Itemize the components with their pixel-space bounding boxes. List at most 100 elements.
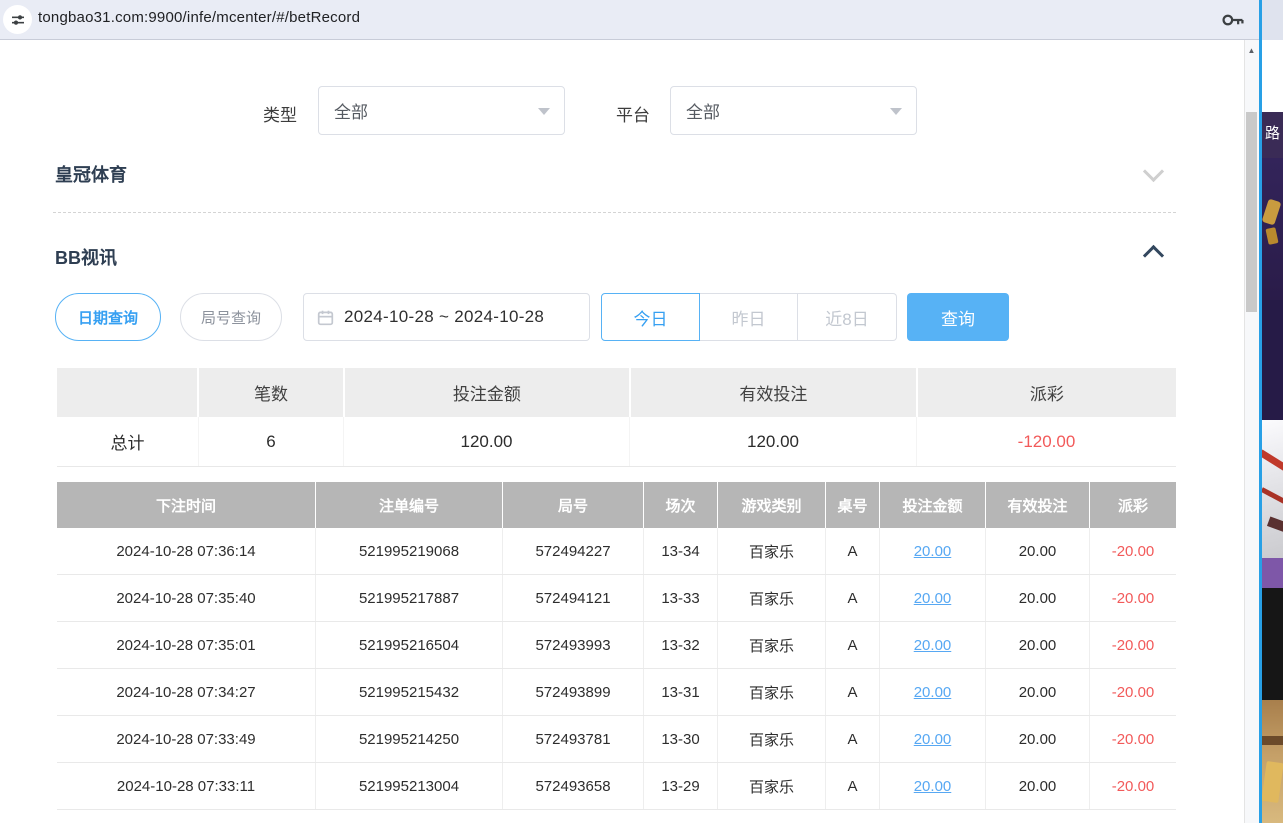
summary-header-bet-amount: 投注金额 [345,368,629,417]
chevron-down-icon[interactable] [1143,161,1164,182]
background-window-sliver [1262,700,1283,823]
chevron-down-icon [538,108,550,115]
cell-valid-bet: 20.00 [986,716,1090,762]
background-window-sliver [1262,588,1283,700]
summary-header-count: 笔数 [199,368,343,417]
game-banner-fragment [1262,450,1283,474]
cell-bet-time: 2024-10-28 07:33:49 [57,716,316,762]
section-title-bb-video: BB视讯 [55,244,117,270]
bet-amount-link[interactable]: 20.00 [914,778,952,795]
cell-valid-bet: 20.00 [986,669,1090,715]
game-banner-fragment [1265,227,1278,245]
cell-round-number: 572494121 [503,575,644,621]
cell-bet-time: 2024-10-28 07:34:27 [57,669,316,715]
platform-filter-label: 平台 [616,101,650,126]
cell-bet-time: 2024-10-28 07:36:14 [57,528,316,574]
screen: tongbao31.com:9900/infe/mcenter/#/betRec… [0,0,1283,823]
cell-round-number: 572493658 [503,763,644,809]
scrollbar-thumb[interactable] [1246,112,1257,312]
cell-payout: -20.00 [1090,763,1176,809]
password-key-icon[interactable] [1221,10,1245,30]
background-window-sliver [1262,158,1283,300]
cell-payout: -20.00 [1090,622,1176,668]
cell-table-number: A [826,622,880,668]
cell-table-number: A [826,716,880,762]
header-payout: 派彩 [1090,482,1176,528]
round-query-tab[interactable]: 局号查询 [180,293,282,341]
section-title-crown-sports: 皇冠体育 [55,161,127,187]
header-valid-bet: 有效投注 [986,482,1090,528]
chevron-up-icon[interactable] [1143,245,1164,266]
scroll-up-icon[interactable]: ▲ [1244,40,1259,60]
last-8-days-button[interactable]: 近8日 [798,293,897,341]
bet-records-table: 下注时间 注单编号 局号 场次 游戏类别 桌号 投注金额 有效投注 派彩 202… [57,482,1176,810]
type-filter-value: 全部 [334,98,368,123]
yesterday-button[interactable]: 昨日 [700,293,798,341]
header-bet-amount: 投注金额 [880,482,986,528]
cell-game-type: 百家乐 [718,528,826,574]
background-window-sliver [1262,558,1283,588]
date-query-tab[interactable]: 日期查询 [55,293,161,341]
bet-record-page: 类型 全部 平台 全部 皇冠体育 BB视讯 日期查询 局号查询 2024-10 [0,40,1242,823]
cell-session: 13-32 [644,622,718,668]
summary-total-row: 总计 6 120.00 120.00 -120.00 [57,417,1176,467]
game-banner-fragment [1262,736,1283,745]
table-row: 2024-10-28 07:34:27 521995215432 5724938… [57,669,1176,716]
calendar-icon [317,309,334,326]
cell-table-number: A [826,669,880,715]
table-row: 2024-10-28 07:33:11 521995213004 5724936… [57,763,1176,810]
cell-order-number: 521995213004 [316,763,503,809]
cell-session: 13-29 [644,763,718,809]
summary-table: 笔数 投注金额 有效投注 派彩 总计 6 120.00 120.00 -120.… [57,368,1176,467]
background-window-sliver [1262,40,1283,112]
site-settings-button[interactable] [3,5,32,34]
url-text[interactable]: tongbao31.com:9900/infe/mcenter/#/betRec… [38,9,360,26]
cell-valid-bet: 20.00 [986,622,1090,668]
table-row: 2024-10-28 07:36:14 521995219068 5724942… [57,528,1176,575]
cell-bet-time: 2024-10-28 07:33:11 [57,763,316,809]
cell-table-number: A [826,575,880,621]
cell-order-number: 521995216504 [316,622,503,668]
summary-total-bet-amount: 120.00 [343,417,629,466]
summary-total-count: 6 [198,417,343,466]
platform-filter-select[interactable]: 全部 [670,86,917,135]
cell-payout: -20.00 [1090,669,1176,715]
cell-session: 13-33 [644,575,718,621]
cell-session: 13-30 [644,716,718,762]
cell-order-number: 521995219068 [316,528,503,574]
bet-amount-link[interactable]: 20.00 [914,731,952,748]
type-filter-select[interactable]: 全部 [318,86,565,135]
search-button[interactable]: 查询 [907,293,1009,341]
cell-game-type: 百家乐 [718,763,826,809]
cell-game-type: 百家乐 [718,575,826,621]
bet-table-header: 下注时间 注单编号 局号 场次 游戏类别 桌号 投注金额 有效投注 派彩 [57,482,1176,528]
cell-valid-bet: 20.00 [986,528,1090,574]
bet-amount-link[interactable]: 20.00 [914,543,952,560]
header-order-number: 注单编号 [316,482,503,528]
cell-order-number: 521995215432 [316,669,503,715]
table-row: 2024-10-28 07:33:49 521995214250 5724937… [57,716,1176,763]
bet-amount-link[interactable]: 20.00 [914,637,952,654]
header-round-number: 局号 [503,482,644,528]
cell-order-number: 521995214250 [316,716,503,762]
cell-round-number: 572493899 [503,669,644,715]
tune-icon [10,12,26,28]
type-filter-label: 类型 [263,101,297,126]
bet-amount-link[interactable]: 20.00 [914,590,952,607]
header-game-type: 游戏类别 [718,482,826,528]
today-button[interactable]: 今日 [601,293,700,341]
summary-total-payout: -120.00 [916,417,1176,466]
cell-round-number: 572494227 [503,528,644,574]
cell-game-type: 百家乐 [718,622,826,668]
cell-valid-bet: 20.00 [986,763,1090,809]
summary-header-payout: 派彩 [918,368,1176,417]
platform-filter-value: 全部 [686,98,720,123]
summary-total-valid-bet: 120.00 [629,417,916,466]
date-range-input[interactable]: 2024-10-28 ~ 2024-10-28 [303,293,590,341]
chevron-down-icon [890,108,902,115]
summary-header-valid-bet: 有效投注 [631,368,916,417]
game-banner-fragment [1267,517,1283,534]
bet-amount-link[interactable]: 20.00 [914,684,952,701]
cell-payout: -20.00 [1090,575,1176,621]
cell-order-number: 521995217887 [316,575,503,621]
